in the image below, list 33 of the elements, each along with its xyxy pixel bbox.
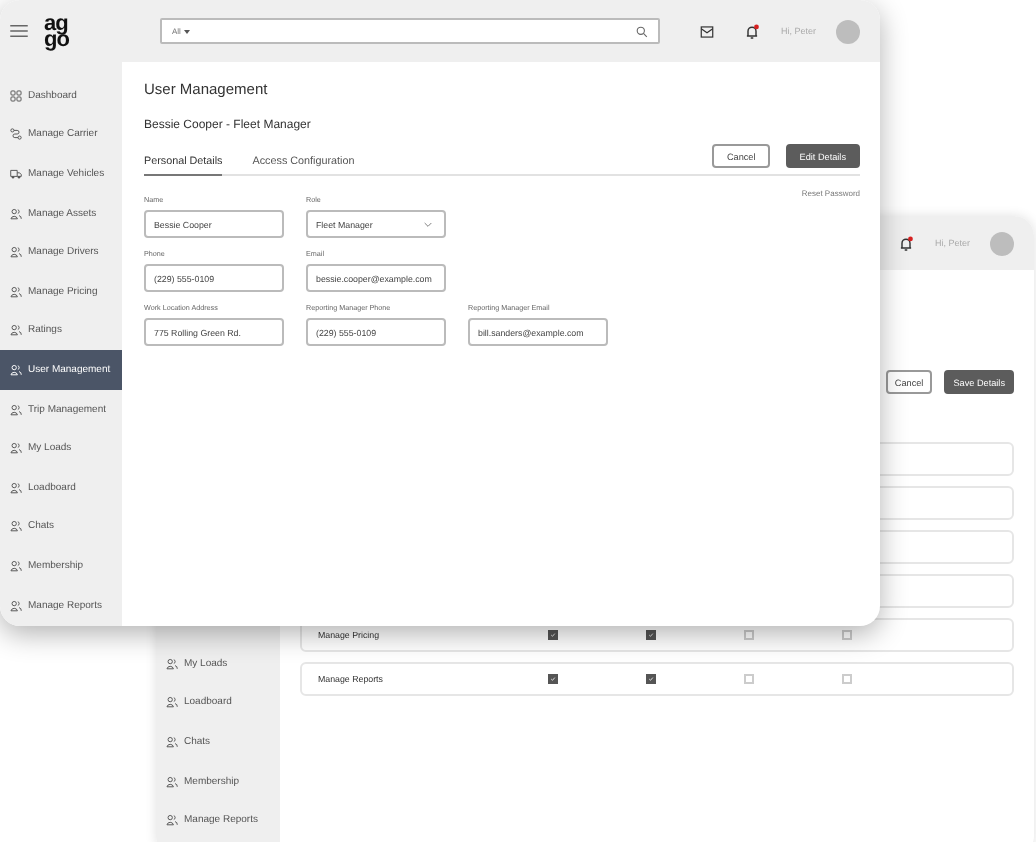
checkbox[interactable] [646, 630, 656, 640]
checkbox[interactable] [646, 674, 656, 684]
truck-icon [10, 167, 22, 180]
users-icon [10, 324, 22, 337]
users-icon [10, 599, 22, 612]
search-icon[interactable] [636, 25, 648, 37]
users-icon [166, 735, 178, 748]
users-icon [10, 363, 22, 376]
users-icon [166, 696, 178, 709]
users-icon [10, 285, 22, 298]
grid-icon [10, 89, 22, 102]
users-icon [10, 481, 22, 494]
users-icon [10, 403, 22, 416]
logo: ag go [44, 15, 71, 47]
users-icon [10, 520, 22, 533]
users-icon [10, 559, 22, 572]
mail-icon[interactable] [700, 25, 714, 37]
checkbox[interactable] [548, 674, 558, 684]
avatar[interactable] [836, 19, 860, 43]
route-icon [10, 128, 22, 141]
users-icon [10, 442, 22, 455]
users-icon [10, 246, 22, 259]
users-icon [166, 814, 178, 827]
menu-icon[interactable] [10, 24, 28, 38]
bell-icon[interactable] [744, 23, 761, 39]
avatar[interactable] [990, 231, 1014, 255]
chevron-icon [424, 221, 432, 227]
users-icon [166, 657, 178, 670]
checkbox[interactable] [548, 630, 558, 640]
caret-icon[interactable] [184, 29, 191, 33]
users-icon [166, 775, 178, 788]
users-icon [10, 207, 22, 220]
bell-icon[interactable] [898, 235, 915, 251]
